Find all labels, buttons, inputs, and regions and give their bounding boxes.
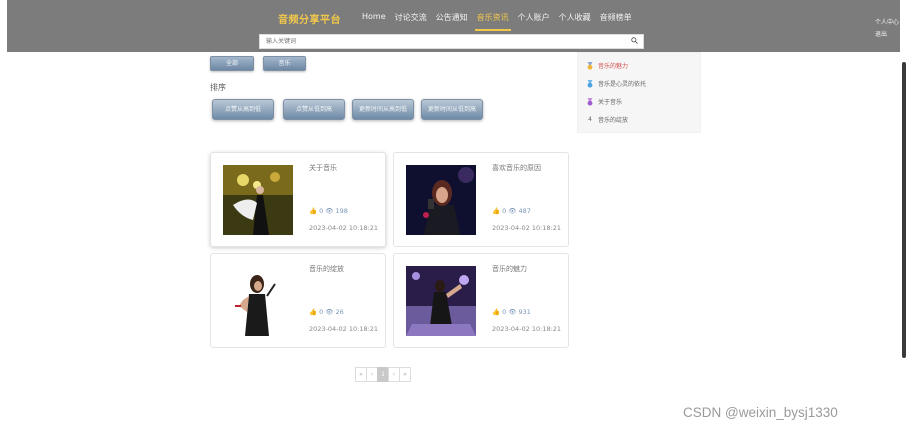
like-count: 0 [502,207,507,215]
thumbs-up-icon[interactable]: 👍 [309,308,317,316]
filter-music-button[interactable]: 音乐 [263,56,306,71]
news-thumbnail[interactable] [406,165,476,235]
nav-audio-chart[interactable]: 音频榜单 [600,12,632,23]
last-page-button[interactable]: » [399,367,411,382]
sort-label: 排序 [210,83,226,92]
news-thumbnail[interactable] [223,266,293,336]
main-nav: Home 讨论交流 公告通知 音乐资讯 个人账户 个人收藏 音频榜单 [362,12,632,31]
thumbs-up-icon[interactable]: 👍 [492,308,500,316]
news-date: 2023-04-02 10:18:21 [309,224,379,232]
nav-favorites[interactable]: 个人收藏 [559,12,591,23]
nav-home[interactable]: Home [362,12,386,23]
user-links: 个人中心 退出 [875,17,899,38]
view-count: 487 [518,207,531,215]
nav-account[interactable]: 个人账户 [518,12,550,23]
news-title[interactable]: 音乐的魅力 [492,264,527,274]
news-date: 2023-04-02 10:18:21 [492,325,562,333]
view-count: 26 [335,308,344,316]
news-thumbnail[interactable] [406,266,476,336]
like-count: 0 [319,207,324,215]
like-count: 0 [319,308,324,316]
like-count: 0 [502,308,507,316]
side-item-2[interactable]: 音乐是心灵的依托 [586,79,646,88]
eye-icon: 👁 [325,207,334,215]
thumbs-up-icon[interactable]: 👍 [309,207,317,215]
sort-time-desc-button[interactable]: 更新时间从高到低 [352,99,414,120]
pagination: « ‹ 1 › » [355,367,411,382]
sort-likes-desc-button[interactable]: 点赞从高到低 [212,99,274,120]
news-stats: 👍 0 👁 26 [309,308,344,316]
side-item-1[interactable]: 音乐的魅力 [586,61,628,70]
news-card[interactable]: 喜欢音乐的原因 👍 0 👁 487 2023-04-02 10:18:21 [393,152,569,247]
side-item-4[interactable]: 4 音乐的绽放 [586,115,628,125]
view-count: 198 [335,207,348,215]
thumbs-up-icon[interactable]: 👍 [492,207,500,215]
logout-link[interactable]: 退出 [875,29,899,38]
news-date: 2023-04-02 10:18:21 [309,325,379,333]
news-card[interactable]: 关于音乐 👍 0 👁 198 2023-04-02 10:18:21 [210,152,386,247]
silver-medal-icon [587,79,593,88]
bronze-medal-icon [587,97,593,106]
news-title[interactable]: 喜欢音乐的原因 [492,163,541,173]
filter-all-button[interactable]: 全部 [210,56,254,71]
news-card[interactable]: 音乐的绽放 👍 0 👁 26 2023-04-02 10:18:21 [210,253,386,348]
news-date: 2023-04-02 10:18:21 [492,224,562,232]
news-title[interactable]: 音乐的绽放 [309,264,344,274]
site-brand[interactable]: 音频分享平台 [278,11,341,26]
search-icon[interactable] [631,37,638,44]
sort-likes-asc-button[interactable]: 点赞从低到高 [283,99,345,120]
watermark: CSDN @weixin_bysj1330 [683,405,838,420]
nav-announcements[interactable]: 公告通知 [436,12,468,23]
news-thumbnail[interactable] [223,165,293,235]
sort-time-asc-button[interactable]: 更新时间从低到高 [421,99,483,120]
gold-medal-icon [587,61,593,70]
nav-music-news[interactable]: 音乐资讯 [474,12,511,31]
news-card[interactable]: 音乐的魅力 👍 0 👁 931 2023-04-02 10:18:21 [393,253,569,348]
page-scrollbar[interactable] [902,62,906,358]
side-item-3[interactable]: 关于音乐 [586,97,622,106]
eye-icon: 👁 [508,207,517,215]
news-stats: 👍 0 👁 198 [309,207,348,215]
eye-icon: 👁 [325,308,334,316]
news-title[interactable]: 关于音乐 [309,163,337,173]
nav-discussion[interactable]: 讨论交流 [395,12,427,23]
news-stats: 👍 0 👁 931 [492,308,531,316]
news-stats: 👍 0 👁 487 [492,207,531,215]
personal-center-link[interactable]: 个人中心 [875,17,899,26]
eye-icon: 👁 [508,308,517,316]
related-news-panel: 音乐的魅力 音乐是心灵的依托 关于音乐 4 音乐的绽放 [577,52,701,133]
search-input[interactable] [259,34,644,49]
view-count: 931 [518,308,531,316]
rank-four-icon: 4 [588,115,592,123]
